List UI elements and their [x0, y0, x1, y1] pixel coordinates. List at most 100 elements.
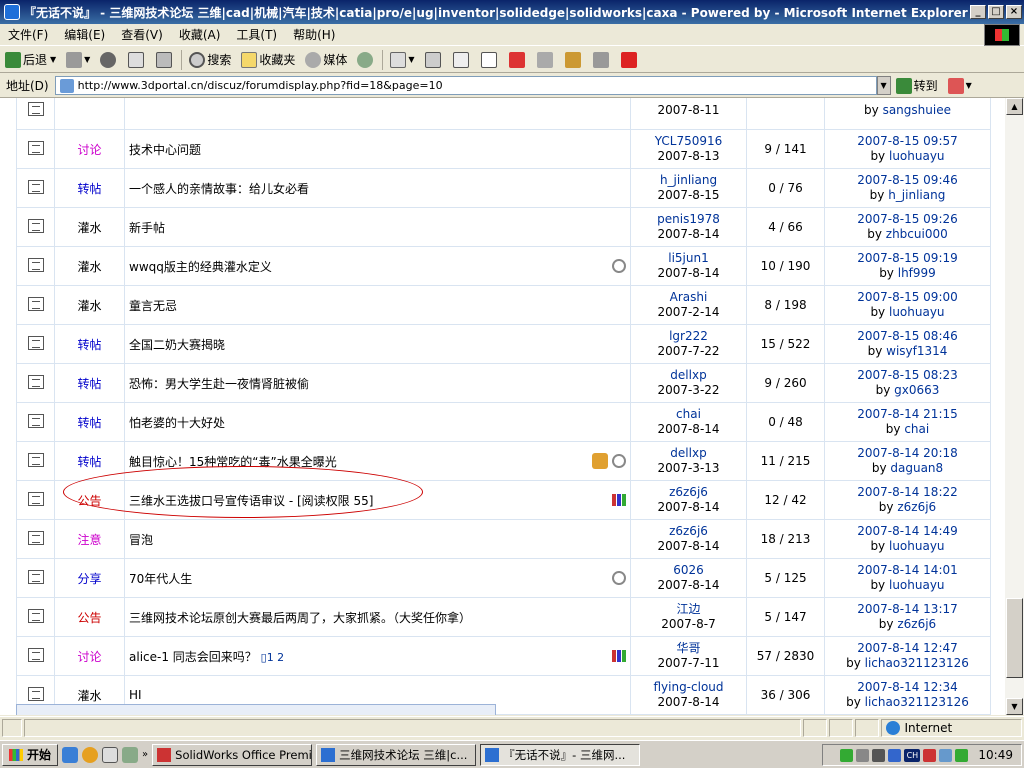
address-dropdown-icon[interactable]: ▼: [876, 76, 891, 95]
lastpost-time[interactable]: 2007-8-15 09:26: [825, 212, 990, 227]
task-ie-1[interactable]: 三维网技术论坛 三维|c...: [316, 743, 477, 766]
thread-author[interactable]: lgr222: [631, 329, 746, 344]
history-button[interactable]: [352, 49, 380, 71]
tool-button-2[interactable]: [588, 49, 616, 71]
thread-author[interactable]: h_jinliang: [631, 173, 746, 188]
thread-type[interactable]: 分享: [54, 558, 125, 598]
lastpost-time[interactable]: 2007-8-14 14:49: [825, 524, 990, 539]
lastpost-time[interactable]: 2007-8-15 09:46: [825, 173, 990, 188]
thread-type[interactable]: 灌水: [54, 207, 125, 247]
thread-author[interactable]: 华哥: [631, 641, 746, 656]
lastpost-user[interactable]: luohuayu: [889, 539, 945, 553]
thread-subject-link[interactable]: 新手帖: [129, 221, 165, 235]
thread-author[interactable]: YCL750916: [631, 134, 746, 149]
lastpost-time[interactable]: 2007-8-14 12:34: [825, 680, 990, 695]
vertical-scrollbar[interactable]: ▲ ▼: [1005, 98, 1024, 715]
tool-button-1[interactable]: [560, 49, 588, 71]
yahoo-button[interactable]: [504, 49, 532, 71]
thread-author[interactable]: 江边: [631, 602, 746, 617]
home-button[interactable]: [151, 49, 179, 71]
links-button[interactable]: ▼: [943, 75, 977, 97]
lastpost-user[interactable]: wisyf1314: [886, 344, 947, 358]
menu-favorites[interactable]: 收藏(A): [171, 26, 229, 43]
lastpost-user[interactable]: chai: [904, 422, 929, 436]
lastpost-time[interactable]: 2007-8-15 09:00: [825, 290, 990, 305]
task-ie-2[interactable]: 『无话不说』- 三维网...: [480, 743, 641, 766]
close-button[interactable]: ×: [1006, 5, 1022, 19]
desktop-icon[interactable]: [102, 746, 119, 763]
thread-type[interactable]: 灌水: [54, 246, 125, 286]
lastpost-user[interactable]: zhbcui000: [886, 227, 948, 241]
quicklaunch-more-icon[interactable]: »: [142, 749, 148, 760]
scroll-down-icon[interactable]: ▼: [1006, 698, 1023, 715]
refresh-button[interactable]: [123, 49, 151, 71]
address-input[interactable]: http://www.3dportal.cn/discuz/forumdispl…: [54, 76, 877, 95]
media-button[interactable]: 媒体: [300, 49, 352, 71]
edit-button[interactable]: [448, 49, 476, 71]
lastpost-time[interactable]: 2007-8-14 12:47: [825, 641, 990, 656]
ie-quicklaunch-icon[interactable]: [62, 746, 79, 763]
thread-subject-link[interactable]: 三维网技术论坛原创大赛最后两周了，大家抓紧。（大奖任你拿）: [129, 611, 471, 625]
thread-type[interactable]: [54, 98, 125, 130]
thread-subject-link[interactable]: 怕老婆的十大好处: [129, 416, 225, 430]
scroll-up-icon[interactable]: ▲: [1006, 98, 1023, 115]
pagination[interactable]: [16, 704, 496, 715]
thread-subject-link[interactable]: 童言无忌: [129, 299, 177, 313]
thread-type[interactable]: 转帖: [54, 402, 125, 442]
lastpost-time[interactable]: 2007-8-15 08:46: [825, 329, 990, 344]
lastpost-user[interactable]: daguan8: [890, 461, 943, 475]
tray-icon[interactable]: [840, 748, 854, 762]
menu-help[interactable]: 帮助(H): [285, 26, 343, 43]
stop-button[interactable]: [95, 49, 123, 71]
lastpost-user[interactable]: z6z6j6: [897, 500, 936, 514]
thread-subject-link[interactable]: HI: [129, 688, 142, 702]
maximize-button[interactable]: □: [988, 5, 1004, 19]
lastpost-time[interactable]: 2007-8-14 14:01: [825, 563, 990, 578]
thread-author[interactable]: dellxp: [631, 446, 746, 461]
thread-type[interactable]: 讨论: [54, 636, 125, 676]
thread-author[interactable]: penis1978: [631, 212, 746, 227]
thread-type[interactable]: 转帖: [54, 363, 125, 403]
thread-type[interactable]: 注意: [54, 519, 125, 559]
thread-subject-link[interactable]: 冒泡: [129, 533, 153, 547]
thread-type[interactable]: 转帖: [54, 168, 125, 208]
lastpost-user[interactable]: lhf999: [898, 266, 936, 280]
mail-button[interactable]: ▼: [385, 49, 419, 71]
lastpost-time[interactable]: 2007-8-15 08:23: [825, 368, 990, 383]
task-solidworks[interactable]: SolidWorks Office Premiu...: [152, 743, 313, 766]
thread-subject-link[interactable]: 一个感人的亲情故事：给儿女必看: [129, 182, 309, 196]
tray-icon[interactable]: [955, 748, 969, 762]
thread-type[interactable]: 讨论: [54, 129, 125, 169]
start-button[interactable]: 开始: [2, 743, 59, 766]
thread-type[interactable]: 公告: [54, 597, 125, 637]
thread-author[interactable]: li5jun1: [631, 251, 746, 266]
lastpost-time[interactable]: 2007-8-14 20:18: [825, 446, 990, 461]
menu-file[interactable]: 文件(F): [0, 26, 56, 43]
thread-author[interactable]: z6z6j6: [631, 485, 746, 500]
thread-author[interactable]: dellxp: [631, 368, 746, 383]
lastpost-time[interactable]: 2007-8-15 09:57: [825, 134, 990, 149]
menu-edit[interactable]: 编辑(E): [56, 26, 113, 43]
print-button[interactable]: [420, 49, 448, 71]
lastpost-user[interactable]: h_jinliang: [888, 188, 945, 202]
thread-type[interactable]: 转帖: [54, 324, 125, 364]
thread-author[interactable]: 6026: [631, 563, 746, 578]
thread-subject-link[interactable]: alice-1 同志会回来吗？: [129, 650, 257, 664]
minimize-button[interactable]: _: [970, 5, 986, 19]
thread-subject-link[interactable]: 技术中心问题: [129, 143, 201, 157]
messenger-button[interactable]: [532, 49, 560, 71]
thread-type[interactable]: 灌水: [54, 285, 125, 325]
tray-icon[interactable]: [872, 748, 886, 762]
lastpost-user[interactable]: lichao321123126: [865, 656, 969, 670]
lastpost-time[interactable]: 2007-8-14 13:17: [825, 602, 990, 617]
lastpost-user[interactable]: z6z6j6: [897, 617, 936, 631]
scroll-thumb[interactable]: [1006, 598, 1023, 678]
lastpost-user[interactable]: luohuayu: [889, 305, 945, 319]
thread-subject-link[interactable]: 全国二奶大赛揭晓: [129, 338, 225, 352]
go-button[interactable]: 转到: [891, 75, 943, 97]
lastpost-user[interactable]: gx0663: [894, 383, 939, 397]
thread-subject-link[interactable]: wwqq版主的经典灌水定义: [129, 260, 272, 274]
volume-icon[interactable]: [856, 748, 870, 762]
network-icon[interactable]: [939, 748, 953, 762]
lastpost-user[interactable]: luohuayu: [889, 578, 945, 592]
